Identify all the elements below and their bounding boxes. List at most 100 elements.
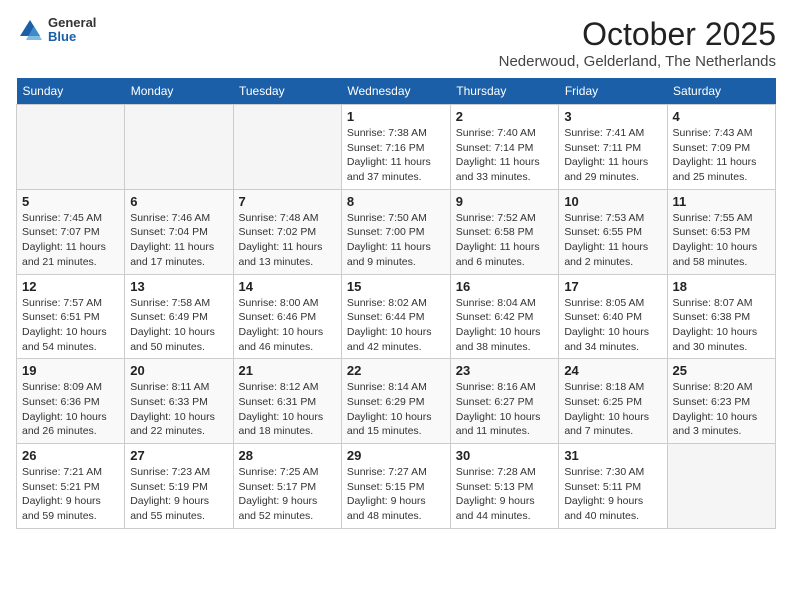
week-row: 12Sunrise: 7:57 AM Sunset: 6:51 PM Dayli… [17,274,776,359]
logo-blue: Blue [48,30,96,44]
week-row: 26 Sunrise: 7:21 AM Sunset: 5:21 PM Dayli… [17,444,776,529]
day-info: Sunrise: 7:48 AM Sunset: 7:02 PM Dayligh… [239,211,336,270]
week-row: 19Sunrise: 8:09 AM Sunset: 6:36 PM Dayli… [17,359,776,444]
calendar-cell: 15Sunrise: 8:02 AM Sunset: 6:44 PM Dayli… [341,274,450,359]
day-info: Sunrise: 7:57 AM Sunset: 6:51 PM Dayligh… [22,296,119,355]
day-number: 23 [456,363,554,378]
calendar-cell: 6 Sunrise: 7:46 AM Sunset: 7:04 PM Daylig… [125,189,233,274]
day-number: 1 [347,109,445,124]
day-number: 15 [347,279,445,294]
calendar-header: SundayMondayTuesdayWednesdayThursdayFrid… [17,78,776,105]
day-number: 3 [564,109,661,124]
day-info: Sunrise: 8:11 AM Sunset: 6:33 PM Dayligh… [130,380,227,439]
calendar-cell: 31 Sunrise: 7:30 AM Sunset: 5:11 PM Dayli… [559,444,667,529]
header-day: Monday [125,78,233,105]
header-day: Wednesday [341,78,450,105]
day-number: 11 [673,194,770,209]
day-info: Sunrise: 7:52 AM Sunset: 6:58 PM Dayligh… [456,211,554,270]
day-info: Sunrise: 8:05 AM Sunset: 6:40 PM Dayligh… [564,296,661,355]
day-info: Sunrise: 8:12 AM Sunset: 6:31 PM Dayligh… [239,380,336,439]
logo: General Blue [16,16,96,45]
calendar-cell: 13 Sunrise: 7:58 AM Sunset: 6:49 PM Dayli… [125,274,233,359]
day-info: Sunrise: 7:58 AM Sunset: 6:49 PM Dayligh… [130,296,227,355]
day-number: 22 [347,363,445,378]
day-number: 31 [564,448,661,463]
day-info: Sunrise: 7:41 AM Sunset: 7:11 PM Dayligh… [564,126,661,185]
calendar-cell: 7 Sunrise: 7:48 AM Sunset: 7:02 PM Daylig… [233,189,341,274]
header-day: Tuesday [233,78,341,105]
calendar-cell: 8Sunrise: 7:50 AM Sunset: 7:00 PM Daylig… [341,189,450,274]
title-block: October 2025 Nederwoud, Gelderland, The … [499,16,776,70]
day-number: 9 [456,194,554,209]
calendar-cell [667,444,775,529]
day-number: 29 [347,448,445,463]
calendar-cell: 14Sunrise: 8:00 AM Sunset: 6:46 PM Dayli… [233,274,341,359]
day-info: Sunrise: 7:55 AM Sunset: 6:53 PM Dayligh… [673,211,770,270]
logo-general: General [48,16,96,30]
day-info: Sunrise: 8:14 AM Sunset: 6:29 PM Dayligh… [347,380,445,439]
day-info: Sunrise: 8:20 AM Sunset: 6:23 PM Dayligh… [673,380,770,439]
calendar-cell: 9 Sunrise: 7:52 AM Sunset: 6:58 PM Daylig… [450,189,559,274]
calendar-cell: 10Sunrise: 7:53 AM Sunset: 6:55 PM Dayli… [559,189,667,274]
calendar-body: 1Sunrise: 7:38 AM Sunset: 7:16 PM Daylig… [17,105,776,529]
day-info: Sunrise: 7:40 AM Sunset: 7:14 PM Dayligh… [456,126,554,185]
day-info: Sunrise: 7:30 AM Sunset: 5:11 PM Dayligh… [564,465,661,524]
day-number: 27 [130,448,227,463]
day-number: 10 [564,194,661,209]
calendar-cell: 11 Sunrise: 7:55 AM Sunset: 6:53 PM Dayli… [667,189,775,274]
calendar-cell: 29 Sunrise: 7:27 AM Sunset: 5:15 PM Dayli… [341,444,450,529]
day-info: Sunrise: 7:28 AM Sunset: 5:13 PM Dayligh… [456,465,554,524]
logo-icon [16,16,44,44]
day-info: Sunrise: 8:18 AM Sunset: 6:25 PM Dayligh… [564,380,661,439]
day-number: 20 [130,363,227,378]
day-number: 14 [239,279,336,294]
day-info: Sunrise: 7:27 AM Sunset: 5:15 PM Dayligh… [347,465,445,524]
calendar-cell: 2 Sunrise: 7:40 AM Sunset: 7:14 PM Daylig… [450,105,559,190]
day-number: 8 [347,194,445,209]
page-header: General Blue October 2025 Nederwoud, Gel… [16,16,776,70]
day-info: Sunrise: 8:04 AM Sunset: 6:42 PM Dayligh… [456,296,554,355]
day-number: 16 [456,279,554,294]
calendar-cell: 30Sunrise: 7:28 AM Sunset: 5:13 PM Dayli… [450,444,559,529]
day-number: 17 [564,279,661,294]
day-info: Sunrise: 7:43 AM Sunset: 7:09 PM Dayligh… [673,126,770,185]
calendar-cell: 19Sunrise: 8:09 AM Sunset: 6:36 PM Dayli… [17,359,125,444]
day-number: 6 [130,194,227,209]
day-info: Sunrise: 7:46 AM Sunset: 7:04 PM Dayligh… [130,211,227,270]
calendar-cell: 22 Sunrise: 8:14 AM Sunset: 6:29 PM Dayli… [341,359,450,444]
calendar-cell: 5Sunrise: 7:45 AM Sunset: 7:07 PM Daylig… [17,189,125,274]
calendar-subtitle: Nederwoud, Gelderland, The Netherlands [499,53,776,70]
calendar-cell: 26 Sunrise: 7:21 AM Sunset: 5:21 PM Dayli… [17,444,125,529]
day-number: 2 [456,109,554,124]
logo-text: General Blue [48,16,96,45]
header-day: Thursday [450,78,559,105]
calendar-cell: 12Sunrise: 7:57 AM Sunset: 6:51 PM Dayli… [17,274,125,359]
header-day: Saturday [667,78,775,105]
calendar-cell: 21 Sunrise: 8:12 AM Sunset: 6:31 PM Dayli… [233,359,341,444]
day-number: 7 [239,194,336,209]
header-day: Friday [559,78,667,105]
header-day: Sunday [17,78,125,105]
calendar-cell: 3 Sunrise: 7:41 AM Sunset: 7:11 PM Daylig… [559,105,667,190]
calendar-cell: 28Sunrise: 7:25 AM Sunset: 5:17 PM Dayli… [233,444,341,529]
calendar-cell: 25Sunrise: 8:20 AM Sunset: 6:23 PM Dayli… [667,359,775,444]
calendar-cell: 1Sunrise: 7:38 AM Sunset: 7:16 PM Daylig… [341,105,450,190]
calendar-cell: 27Sunrise: 7:23 AM Sunset: 5:19 PM Dayli… [125,444,233,529]
day-number: 13 [130,279,227,294]
day-info: Sunrise: 8:16 AM Sunset: 6:27 PM Dayligh… [456,380,554,439]
calendar-cell [233,105,341,190]
day-info: Sunrise: 7:21 AM Sunset: 5:21 PM Dayligh… [22,465,119,524]
day-info: Sunrise: 8:07 AM Sunset: 6:38 PM Dayligh… [673,296,770,355]
week-row: 1Sunrise: 7:38 AM Sunset: 7:16 PM Daylig… [17,105,776,190]
calendar-table: SundayMondayTuesdayWednesdayThursdayFrid… [16,78,776,529]
calendar-cell: 16 Sunrise: 8:04 AM Sunset: 6:42 PM Dayli… [450,274,559,359]
day-number: 26 [22,448,119,463]
calendar-cell [125,105,233,190]
day-number: 21 [239,363,336,378]
day-info: Sunrise: 8:09 AM Sunset: 6:36 PM Dayligh… [22,380,119,439]
header-row: SundayMondayTuesdayWednesdayThursdayFrid… [17,78,776,105]
week-row: 5Sunrise: 7:45 AM Sunset: 7:07 PM Daylig… [17,189,776,274]
day-number: 18 [673,279,770,294]
day-info: Sunrise: 7:45 AM Sunset: 7:07 PM Dayligh… [22,211,119,270]
day-number: 4 [673,109,770,124]
